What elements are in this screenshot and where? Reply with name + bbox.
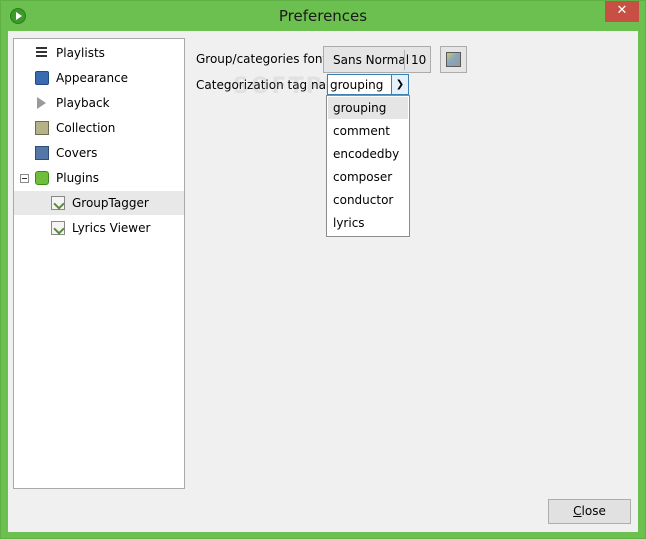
dropdown-option-comment[interactable]: comment [328, 120, 408, 142]
dropdown-option-encodedby[interactable]: encodedby [328, 143, 408, 165]
preferences-window: Preferences ✕ Playlists Appearance Playb… [0, 0, 646, 539]
font-label: Group/categories font: [196, 52, 332, 66]
sidebar-item-label: Lyrics Viewer [72, 221, 151, 235]
tag-name-combobox[interactable]: grouping ❯ [327, 74, 409, 95]
close-label: lose [581, 504, 606, 518]
tag-name-value: grouping [330, 78, 384, 92]
playback-icon [37, 97, 46, 109]
sidebar-item-label: Playlists [56, 46, 105, 60]
plugins-icon [35, 171, 49, 185]
sidebar-item-label: Covers [56, 146, 98, 160]
font-button-divider [404, 50, 405, 70]
dropdown-option-grouping[interactable]: grouping [328, 97, 408, 119]
sidebar-item-grouptagger[interactable]: GroupTagger [14, 191, 184, 215]
sidebar-item-appearance[interactable]: Appearance [14, 66, 184, 90]
plugin-icon [51, 221, 65, 235]
dropdown-option-lyrics[interactable]: lyrics [328, 212, 408, 234]
close-button[interactable]: Close [548, 499, 631, 524]
window-title: Preferences [278, 7, 368, 25]
preferences-tree: Playlists Appearance Playback Collection… [13, 38, 185, 489]
color-swatch-icon [446, 52, 461, 67]
sidebar-item-lyrics-viewer[interactable]: Lyrics Viewer [14, 216, 184, 240]
sidebar-item-label: Plugins [56, 171, 99, 185]
close-accelerator: C [573, 504, 582, 518]
sidebar-item-collection[interactable]: Collection [14, 116, 184, 140]
sidebar-item-label: GroupTagger [72, 196, 149, 210]
font-name: Sans Normal [333, 53, 410, 67]
sidebar-item-playback[interactable]: Playback [14, 91, 184, 115]
tag-name-dropdown: grouping comment encodedby composer cond… [326, 95, 410, 237]
plugin-icon [51, 196, 65, 210]
sidebar-item-label: Collection [56, 121, 116, 135]
font-picker-button[interactable]: Sans Normal 10 [323, 46, 431, 73]
title-bar[interactable]: Preferences ✕ [1, 1, 645, 31]
sidebar-item-plugins[interactable]: Plugins [14, 166, 184, 190]
sidebar-item-covers[interactable]: Covers [14, 141, 184, 165]
chevron-down-icon[interactable]: ❯ [391, 75, 408, 94]
sidebar-item-playlists[interactable]: Playlists [14, 41, 184, 65]
dropdown-option-conductor[interactable]: conductor [328, 189, 408, 211]
sidebar-item-label: Appearance [56, 71, 129, 85]
dropdown-option-composer[interactable]: composer [328, 166, 408, 188]
client-area: Playlists Appearance Playback Collection… [8, 31, 638, 532]
color-picker-button[interactable] [440, 46, 467, 73]
collection-icon [35, 121, 49, 135]
covers-icon [35, 146, 49, 160]
sidebar-item-label: Playback [56, 96, 110, 110]
tag-name-label: Categorization tag name [196, 78, 346, 92]
collapse-toggle-icon[interactable] [20, 174, 29, 183]
playlists-icon [36, 47, 47, 59]
font-size: 10 [411, 53, 427, 67]
appearance-icon [35, 71, 49, 85]
window-close-button[interactable]: ✕ [605, 1, 639, 22]
